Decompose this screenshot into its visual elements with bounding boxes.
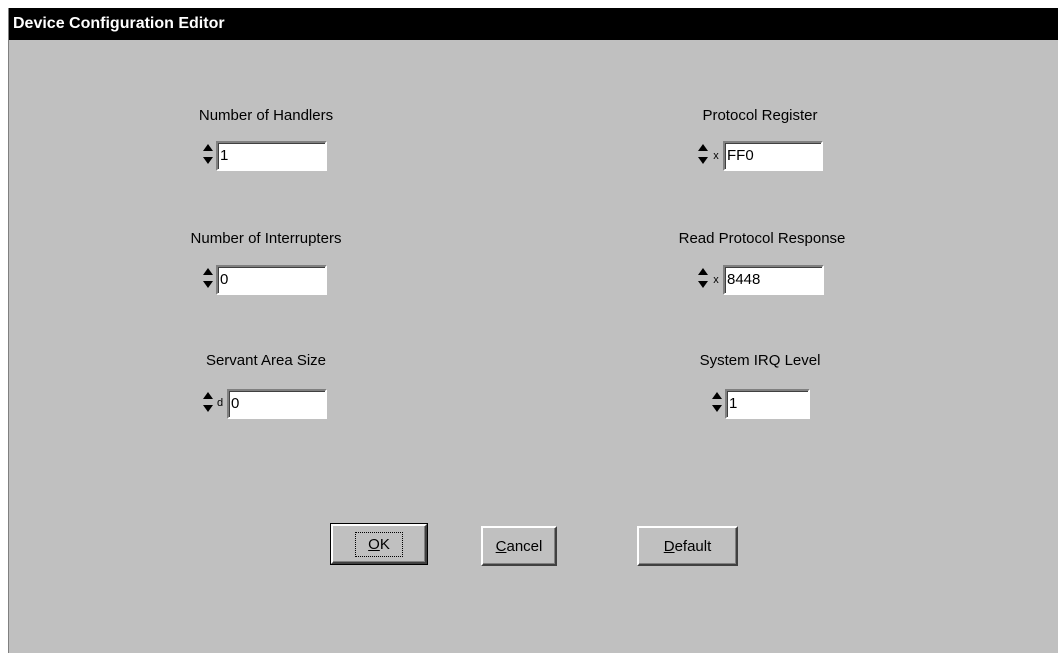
handlers-label: Number of Handlers [198,107,334,124]
increment-arrow-icon[interactable] [202,389,214,402]
cancel-mnemonic: C [495,537,507,555]
read-protocol-label: Read Protocol Response [678,230,846,247]
decrement-arrow-icon[interactable] [711,403,723,416]
irq-level-spinner[interactable] [710,389,724,417]
decrement-arrow-icon[interactable] [697,155,709,168]
increment-arrow-icon[interactable] [697,265,709,278]
default-label-rest: efault [674,537,712,555]
default-button[interactable]: Default [637,526,738,566]
radix-indicator[interactable]: x [711,274,721,286]
default-mnemonic: D [663,537,675,555]
focus-rect: OK [355,531,403,557]
servant-area-label: Servant Area Size [205,352,327,369]
irq-level-label: System IRQ Level [699,352,821,369]
decrement-arrow-icon[interactable] [202,279,214,292]
increment-arrow-icon[interactable] [711,389,723,402]
interrupters-spinner[interactable] [201,265,215,293]
ok-button[interactable]: OK [330,523,428,565]
increment-arrow-icon[interactable] [202,265,214,278]
decrement-arrow-icon[interactable] [697,279,709,292]
cancel-button[interactable]: Cancel [481,526,557,566]
read-protocol-input[interactable]: 8448 [723,265,824,295]
interrupters-input[interactable]: 0 [216,265,327,295]
cancel-label-rest: ancel [506,537,543,555]
radix-indicator[interactable]: x [711,150,721,162]
protocol-register-label: Protocol Register [702,107,818,124]
interrupters-label: Number of Interrupters [190,230,342,247]
window-title: Device Configuration Editor [9,8,1058,40]
radix-indicator[interactable]: d [215,397,225,409]
ok-mnemonic: O [368,535,380,553]
servant-area-input[interactable]: 0 [227,389,327,419]
protocol-register-spinner[interactable] [696,141,710,169]
protocol-register-input[interactable]: FF0 [723,141,823,171]
read-protocol-spinner[interactable] [696,265,710,293]
handlers-spinner[interactable] [201,141,215,169]
decrement-arrow-icon[interactable] [202,155,214,168]
servant-area-spinner[interactable] [201,389,215,417]
increment-arrow-icon[interactable] [202,141,214,154]
increment-arrow-icon[interactable] [697,141,709,154]
decrement-arrow-icon[interactable] [202,403,214,416]
irq-level-input[interactable]: 1 [725,389,810,419]
ok-label-rest: K [379,535,390,553]
handlers-input[interactable]: 1 [216,141,327,171]
